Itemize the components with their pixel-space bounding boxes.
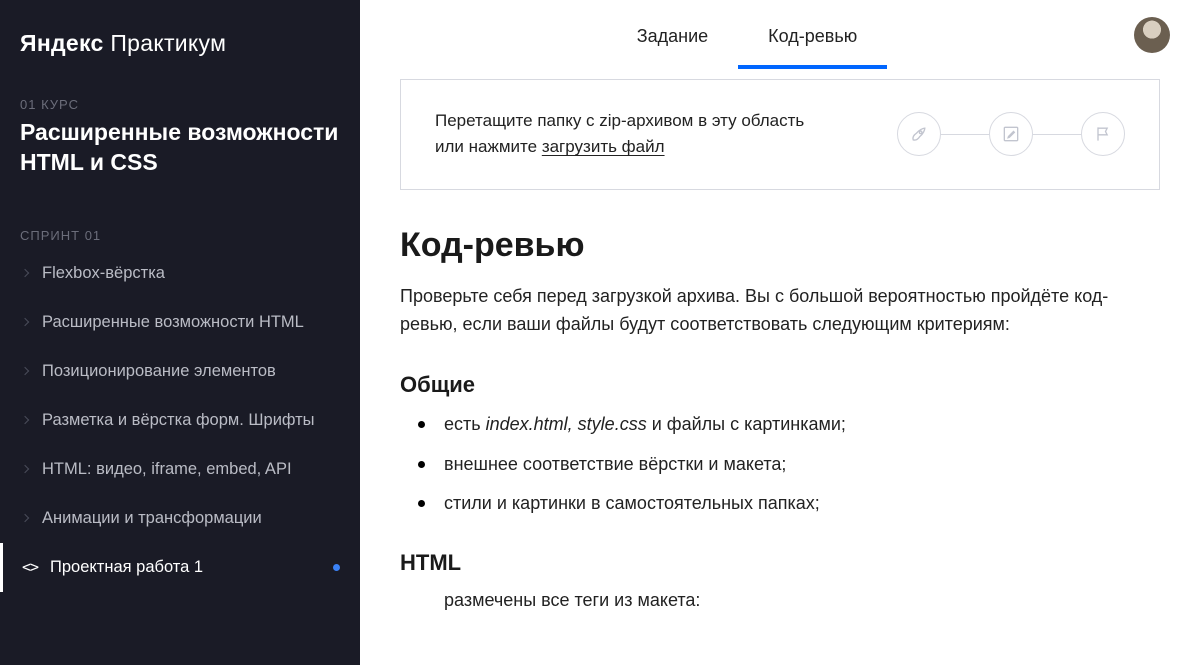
rocket-icon bbox=[909, 124, 929, 144]
brand-logo: Яндекс Практикум bbox=[0, 30, 360, 77]
html-section-trailing: размечены все теги из макета: bbox=[400, 590, 1160, 611]
caret-icon bbox=[21, 465, 29, 473]
sidebar-item-label: Разметка и вёрстка форм. Шрифты bbox=[42, 411, 315, 430]
topbar: Задание Код-ревью bbox=[360, 0, 1200, 69]
flag-icon bbox=[1093, 124, 1113, 144]
sidebar-item-label: Flexbox-вёрстка bbox=[42, 264, 165, 283]
caret-icon bbox=[21, 416, 29, 424]
upload-link[interactable]: загрузить файл bbox=[542, 137, 665, 156]
code-icon: <> bbox=[22, 558, 36, 576]
brand-bold: Яндекс bbox=[20, 30, 104, 56]
tab-label: Код-ревью bbox=[768, 26, 857, 46]
criteria-list-general: есть index.html, style.css и файлы с кар… bbox=[400, 412, 1160, 516]
upload-line1: Перетащите папку с zip-архивом в эту обл… bbox=[435, 111, 804, 130]
sidebar-item-animations[interactable]: Анимации и трансформации bbox=[0, 494, 360, 543]
step-flag bbox=[1081, 112, 1125, 156]
sprint-label: СПРИНТ 01 bbox=[0, 198, 360, 249]
sidebar-item-label: Проектная работа 1 bbox=[50, 558, 203, 577]
list-item: есть index.html, style.css и файлы с кар… bbox=[444, 412, 1160, 437]
step-connector bbox=[1033, 134, 1081, 136]
sidebar-item-label: Расширенные возможности HTML bbox=[42, 313, 304, 332]
section-title-general: Общие bbox=[400, 372, 1160, 398]
step-connector bbox=[941, 134, 989, 136]
upload-text: Перетащите папку с zip-архивом в эту обл… bbox=[435, 108, 877, 161]
sidebar-item-html-advanced[interactable]: Расширенные возможности HTML bbox=[0, 298, 360, 347]
caret-icon bbox=[21, 514, 29, 522]
course-number: 01 КУРС bbox=[0, 77, 360, 112]
brand-thin: Практикум bbox=[104, 30, 227, 56]
section-title-html: HTML bbox=[400, 550, 1160, 576]
sidebar-item-project-1[interactable]: <> Проектная работа 1 bbox=[0, 543, 360, 592]
status-dot bbox=[333, 564, 340, 571]
list-item: стили и картинки в самостоятельных папка… bbox=[444, 491, 1160, 516]
step-rocket bbox=[897, 112, 941, 156]
upload-dropzone[interactable]: Перетащите папку с zip-архивом в эту обл… bbox=[400, 79, 1160, 190]
avatar[interactable] bbox=[1134, 17, 1170, 53]
list-item: внешнее соответствие вёрстки и макета; bbox=[444, 452, 1160, 477]
main: Задание Код-ревью Перетащите папку с zip… bbox=[360, 0, 1200, 665]
step-edit bbox=[989, 112, 1033, 156]
sidebar-item-flexbox[interactable]: Flexbox-вёрстка bbox=[0, 249, 360, 298]
sidebar-item-label: HTML: видео, iframe, embed, API bbox=[42, 460, 292, 479]
page-title: Код-ревью bbox=[400, 226, 1160, 265]
tab-code-review[interactable]: Код-ревью bbox=[738, 0, 887, 69]
sidebar: Яндекс Практикум 01 КУРС Расширенные воз… bbox=[0, 0, 360, 665]
lead-text: Проверьте себя перед загрузкой архива. В… bbox=[400, 283, 1160, 339]
upload-steps bbox=[897, 112, 1125, 156]
caret-icon bbox=[21, 269, 29, 277]
course-title: Расширенные возможности HTML и CSS bbox=[0, 112, 360, 198]
sidebar-item-label: Анимации и трансформации bbox=[42, 509, 262, 528]
sidebar-item-label: Позиционирование элементов bbox=[42, 362, 276, 381]
edit-icon bbox=[1001, 124, 1021, 144]
tabs: Задание Код-ревью bbox=[607, 0, 887, 69]
caret-icon bbox=[21, 318, 29, 326]
sidebar-item-html-media[interactable]: HTML: видео, iframe, embed, API bbox=[0, 445, 360, 494]
tab-task[interactable]: Задание bbox=[607, 0, 738, 69]
content: Перетащите папку с zip-архивом в эту обл… bbox=[360, 69, 1200, 665]
caret-icon bbox=[21, 367, 29, 375]
sidebar-nav: Flexbox-вёрстка Расширенные возможности … bbox=[0, 249, 360, 592]
sidebar-item-positioning[interactable]: Позиционирование элементов bbox=[0, 347, 360, 396]
upload-line2-prefix: или нажмите bbox=[435, 137, 542, 156]
sidebar-item-forms-fonts[interactable]: Разметка и вёрстка форм. Шрифты bbox=[0, 396, 360, 445]
tab-label: Задание bbox=[637, 26, 708, 46]
